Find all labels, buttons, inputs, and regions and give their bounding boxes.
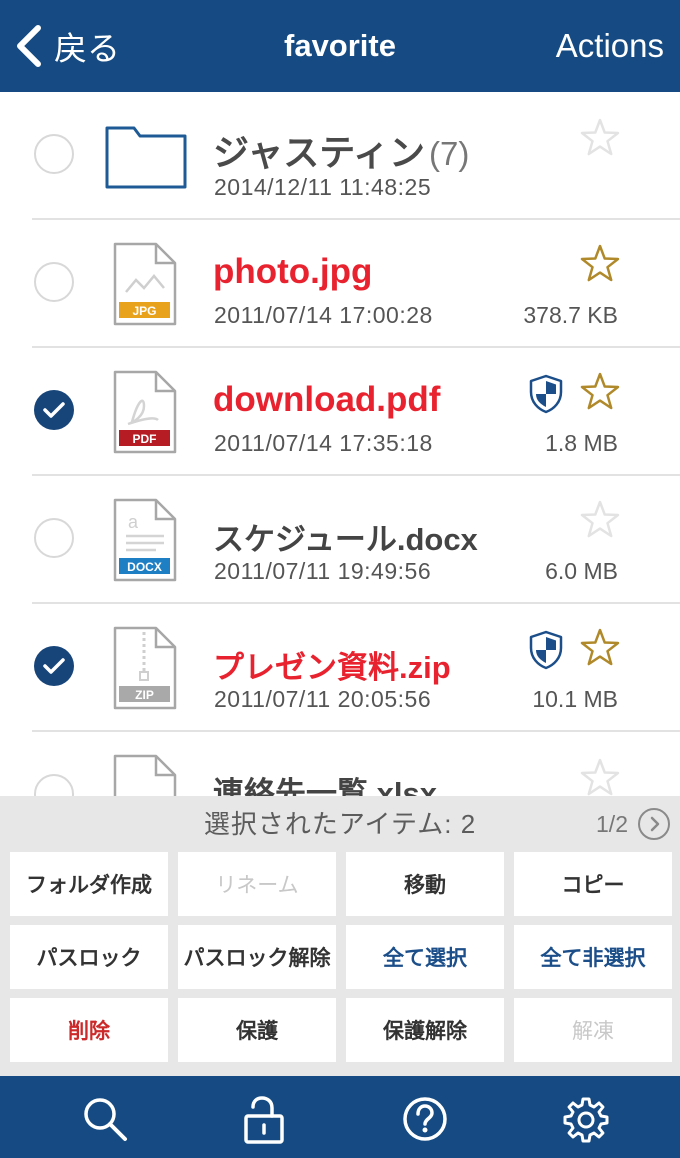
docx-file-icon: a DOCX [113,498,177,582]
help-icon [403,1097,447,1141]
file-size: 10.1 MB [532,686,618,712]
deselect-all-button[interactable]: 全て非選択 [514,925,672,989]
delete-button[interactable]: 削除 [10,998,168,1062]
search-icon [84,1098,127,1141]
star-filled-icon[interactable] [580,244,620,282]
back-label: 戻る [54,30,120,67]
next-page-button[interactable] [638,808,670,840]
file-name: プレゼン資料.zip [213,650,451,685]
file-date: 2011/07/11 20:05:56 [214,686,432,712]
star-outline-icon[interactable] [580,758,620,796]
select-checkbox[interactable] [34,518,74,558]
file-size: 6.0 MB [545,558,618,584]
zip-file-icon: ZIP [113,626,177,710]
help-tab[interactable] [382,1076,462,1158]
file-row-folder[interactable]: ジャスティン (7) 2014/12/11 11:48:25 [0,92,680,220]
file-name: スケジュール.docx [213,522,478,557]
file-type-badge: PDF [133,432,157,446]
file-name: download.pdf [213,380,441,419]
settings-gear-icon [563,1097,609,1143]
pdf-file-icon: PDF [113,370,177,454]
shield-icon [529,374,563,414]
bottom-tab-bar [0,1076,680,1158]
action-button-grid: フォルダ作成 リネーム 移動 コピー パスロック パスロック解除 全て選択 全て… [10,852,676,1074]
file-row[interactable]: ZIP プレゼン資料.zip 2011/07/11 20:05:56 10.1 … [0,604,680,732]
actions-button[interactable]: Actions [556,0,664,92]
selected-items-count: 選択されたアイテム: 2 [203,809,477,839]
folder-icon [105,126,187,189]
file-name: photo.jpg [213,252,373,291]
shield-icon [529,630,563,670]
remove-passlock-button[interactable]: パスロック解除 [178,925,336,989]
file-type-badge: JPG [132,304,156,318]
select-all-button[interactable]: 全て選択 [346,925,504,989]
select-checkbox[interactable] [34,262,74,302]
file-name: 連絡先一覧.xlsx [213,776,437,796]
extract-button[interactable]: 解凍 [514,998,672,1062]
select-checkbox[interactable] [34,774,74,796]
move-button[interactable]: 移動 [346,852,504,916]
checkmark-icon [43,402,65,418]
rename-button[interactable]: リネーム [178,852,336,916]
file-row[interactable]: a DOCX スケジュール.docx 2011/07/11 19:49:56 6… [0,476,680,604]
create-folder-button[interactable]: フォルダ作成 [10,852,168,916]
navigation-bar: 戻る favorite Actions [0,0,680,92]
copy-button[interactable]: コピー [514,852,672,916]
select-checkbox-checked[interactable] [34,646,74,686]
item-count: (7) [429,135,470,172]
page-indicator: 1/2 [596,811,628,837]
file-type-badge: DOCX [127,560,162,574]
select-checkbox-checked[interactable] [34,390,74,430]
file-date: 2011/07/14 17:00:28 [214,302,433,328]
select-checkbox[interactable] [34,134,74,174]
star-outline-icon[interactable] [580,500,620,538]
file-type-badge: ZIP [135,688,154,702]
file-size: 378.7 KB [523,302,618,328]
file-list: ジャスティン (7) 2014/12/11 11:48:25 JPG photo.… [0,92,680,796]
file-date: 2014/12/11 11:48:25 [214,174,432,200]
passlock-button[interactable]: パスロック [10,925,168,989]
xlsx-file-icon [113,754,177,796]
file-date: 2011/07/11 19:49:56 [214,558,432,584]
back-button[interactable]: 戻る [14,20,120,72]
folder-name: ジャスティン [213,132,426,173]
chevron-left-icon [17,25,41,67]
file-size: 1.8 MB [545,430,618,456]
action-panel: 選択されたアイテム: 2 1/2 フォルダ作成 リネーム 移動 コピー パスロッ… [0,796,680,1076]
chevron-right-icon [650,816,660,832]
lock-tab[interactable] [222,1076,302,1158]
unprotect-button[interactable]: 保護解除 [346,998,504,1062]
protect-button[interactable]: 保護 [178,998,336,1062]
file-name: ジャスティン (7) [213,124,469,176]
search-tab[interactable] [62,1076,142,1158]
jpg-file-icon: JPG [113,242,177,326]
file-row[interactable]: JPG photo.jpg 2011/07/14 17:00:28 378.7 … [0,220,680,348]
svg-text:a: a [128,512,139,532]
checkmark-icon [43,658,65,674]
file-row[interactable]: PDF download.pdf 2011/07/14 17:35:18 1.8… [0,348,680,476]
star-outline-icon[interactable] [580,118,620,156]
star-filled-icon[interactable] [580,372,620,410]
file-row[interactable]: 連絡先一覧.xlsx [0,732,680,796]
unlock-icon [244,1096,284,1144]
selection-bar: 選択されたアイテム: 2 1/2 [0,796,680,852]
star-filled-icon[interactable] [580,628,620,666]
file-date: 2011/07/14 17:35:18 [214,430,433,456]
settings-tab[interactable] [542,1076,622,1158]
